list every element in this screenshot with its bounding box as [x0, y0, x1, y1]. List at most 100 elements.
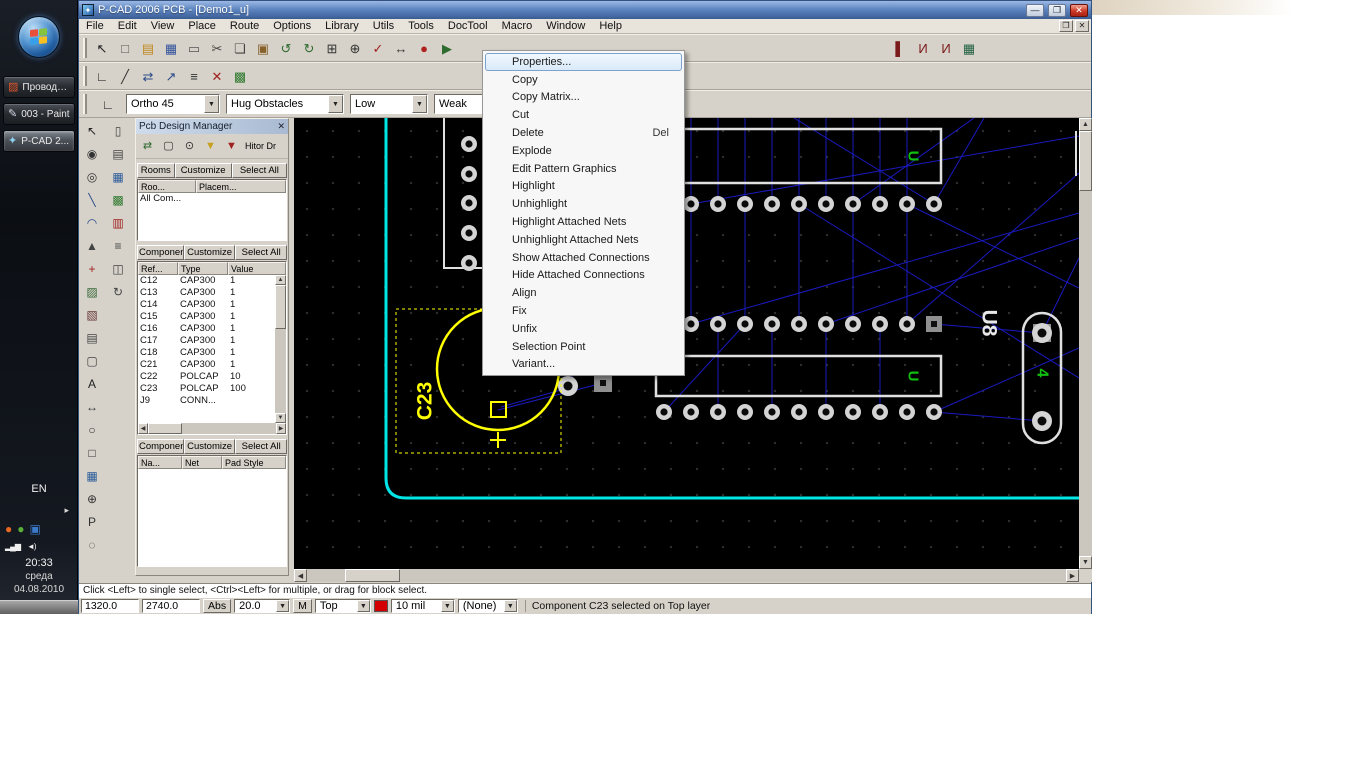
pad-tool-icon[interactable]: ◉ [81, 143, 103, 165]
taskbar-paint-button[interactable]: ✎ 003 - Paint [3, 103, 75, 125]
context-menu-item[interactable]: Cut [485, 106, 682, 124]
corner-90-icon[interactable]: ∟ [91, 65, 113, 87]
layer-select[interactable]: Top ▼ [315, 599, 371, 613]
snap-grid-icon[interactable]: ▩ [107, 189, 129, 211]
column-header[interactable]: Roo... [138, 180, 196, 193]
room-icon[interactable]: ▢ [81, 350, 103, 372]
highlight-nets-icon[interactable]: ▌ [889, 37, 911, 59]
redo-icon[interactable]: ↻ [298, 37, 320, 59]
menu-utils[interactable]: Utils [366, 19, 401, 34]
context-menu-item[interactable]: Copy [485, 71, 682, 89]
menu-help[interactable]: Help [592, 19, 629, 34]
tray-antivirus-icon[interactable]: ● [17, 523, 24, 536]
context-menu-item[interactable]: Fix [485, 302, 682, 320]
scroll-left-icon[interactable]: ◀ [294, 569, 307, 582]
grid-select[interactable]: 20.0 ▼ [234, 599, 290, 613]
context-menu-item[interactable]: Selection Point [485, 338, 682, 356]
polygon-tool-icon[interactable]: ▲ [81, 235, 103, 257]
pick-point-icon[interactable]: ⊕ [81, 488, 103, 510]
undo-icon[interactable]: ↺ [275, 37, 297, 59]
plane-icon[interactable]: ▤ [81, 327, 103, 349]
room-row[interactable]: All Com... [138, 193, 286, 205]
array-place-icon[interactable]: ▦ [81, 465, 103, 487]
interroute-b-icon[interactable]: И [935, 37, 957, 59]
dm-select-box-icon[interactable]: ▢ [159, 137, 178, 156]
stack-layers-icon[interactable]: ≡ [107, 235, 129, 257]
menu-file[interactable]: File [79, 19, 111, 34]
mdi-restore-button[interactable]: ❐ [1059, 20, 1073, 32]
component-row[interactable]: J9CONN... [138, 395, 277, 407]
mdi-close-button[interactable]: ✕ [1075, 20, 1089, 32]
circle-tool-icon[interactable]: ○ [81, 419, 103, 441]
tray-app-icon[interactable]: ▣ [30, 523, 41, 536]
zoom-in-icon[interactable]: ⊕ [344, 37, 366, 59]
play-macro-icon[interactable]: ▶ [436, 37, 458, 59]
interroute-a-icon[interactable]: И [912, 37, 934, 59]
menu-doctool[interactable]: DocTool [441, 19, 495, 34]
dimension-icon[interactable]: ↔ [81, 396, 103, 418]
save-file-icon[interactable]: ▦ [160, 37, 182, 59]
layer-color-swatch[interactable] [374, 600, 388, 612]
context-menu-item[interactable]: Variant... [485, 356, 682, 374]
context-menu-item[interactable]: Unfix [485, 320, 682, 338]
context-menu-item[interactable]: Highlight Attached Nets [485, 213, 682, 231]
canvas-vertical-scrollbar[interactable]: ▲ ▼ [1079, 118, 1092, 569]
line-tool-icon[interactable]: ╲ [81, 189, 103, 211]
design-manager-titlebar[interactable]: Pcb Design Manager ✕ [136, 119, 288, 134]
open-file-icon[interactable]: ▤ [137, 37, 159, 59]
component-row[interactable]: C13CAP3001 [138, 287, 277, 299]
context-menu-item[interactable]: Copy Matrix... [485, 89, 682, 107]
context-menu-item[interactable]: Edit Pattern Graphics [485, 160, 682, 178]
net-select[interactable]: (None) ▼ [458, 599, 518, 613]
pattern-view-icon[interactable]: ▩ [229, 65, 251, 87]
menu-window[interactable]: Window [539, 19, 592, 34]
scrollbar-thumb[interactable] [148, 423, 182, 434]
unroute-icon[interactable]: ✕ [206, 65, 228, 87]
pcb-canvas[interactable]: C23 U8 U U 4 [294, 118, 1079, 569]
grid-toggle-icon[interactable]: ▦ [107, 166, 129, 188]
scroll-left-icon[interactable]: ◀ [138, 423, 148, 434]
x-coordinate-field[interactable]: 1320.0 [81, 599, 139, 613]
start-button[interactable] [18, 16, 60, 58]
via-tool-icon[interactable]: ◎ [81, 166, 103, 188]
toolbar-grip[interactable] [83, 66, 87, 86]
abs-rel-toggle-button[interactable]: Abs [203, 599, 231, 613]
column-header[interactable]: Pad Style [222, 456, 286, 469]
scroll-down-icon[interactable]: ▼ [275, 413, 286, 423]
window-titlebar[interactable]: ✦ P-CAD 2006 PCB - [Demo1_u] — ❐ ✕ [79, 1, 1091, 19]
priority-select[interactable]: Low ▼ [350, 94, 428, 114]
context-menu-item[interactable]: Unhighlight Attached Nets [485, 231, 682, 249]
dm-filter-yellow-icon[interactable]: ▼ [201, 137, 220, 156]
chevron-down-icon[interactable]: ▼ [441, 600, 454, 612]
cutout-icon[interactable]: ▧ [81, 304, 103, 326]
components-vertical-scrollbar[interactable]: ▲ ▼ [275, 275, 286, 423]
chevron-down-icon[interactable]: ▼ [504, 600, 517, 612]
menu-macro[interactable]: Macro [495, 19, 540, 34]
print-icon[interactable]: ▭ [183, 37, 205, 59]
chevron-down-icon[interactable]: ▼ [412, 95, 427, 113]
component-row[interactable]: C23POLCAP100 [138, 383, 277, 395]
place-pattern-icon[interactable]: ▤ [107, 143, 129, 165]
paste-icon[interactable]: ▣ [252, 37, 274, 59]
dm-refresh-icon[interactable]: ⇄ [138, 137, 157, 156]
rotate-icon[interactable]: ↻ [107, 281, 129, 303]
volume-icon[interactable]: ◄) [27, 542, 36, 551]
place-component-icon[interactable]: ▯ [107, 120, 129, 142]
scrollbar-thumb[interactable] [275, 285, 286, 329]
chevron-down-icon[interactable]: ▼ [204, 95, 219, 113]
component-row[interactable]: C14CAP3001 [138, 299, 277, 311]
rect-tool-icon[interactable]: □ [81, 442, 103, 464]
component-row[interactable]: C16CAP3001 [138, 323, 277, 335]
taskbar-pcad-button[interactable]: ✦ P-CAD 2... [3, 130, 75, 152]
minimize-button[interactable]: — [1026, 4, 1044, 17]
mirror-icon[interactable]: ◫ [107, 258, 129, 280]
components-customize-button[interactable]: Customize [184, 245, 236, 260]
dm-filter-red-icon[interactable]: ▼ [222, 137, 241, 156]
context-menu-item[interactable]: Hide Attached Connections [485, 267, 682, 285]
scroll-down-icon[interactable]: ▼ [1079, 556, 1092, 569]
obstacle-mode-select[interactable]: Hug Obstacles ▼ [226, 94, 344, 114]
column-header[interactable]: Type [178, 262, 228, 275]
menu-view[interactable]: View [144, 19, 182, 34]
menu-place[interactable]: Place [181, 19, 223, 34]
menu-options[interactable]: Options [266, 19, 318, 34]
